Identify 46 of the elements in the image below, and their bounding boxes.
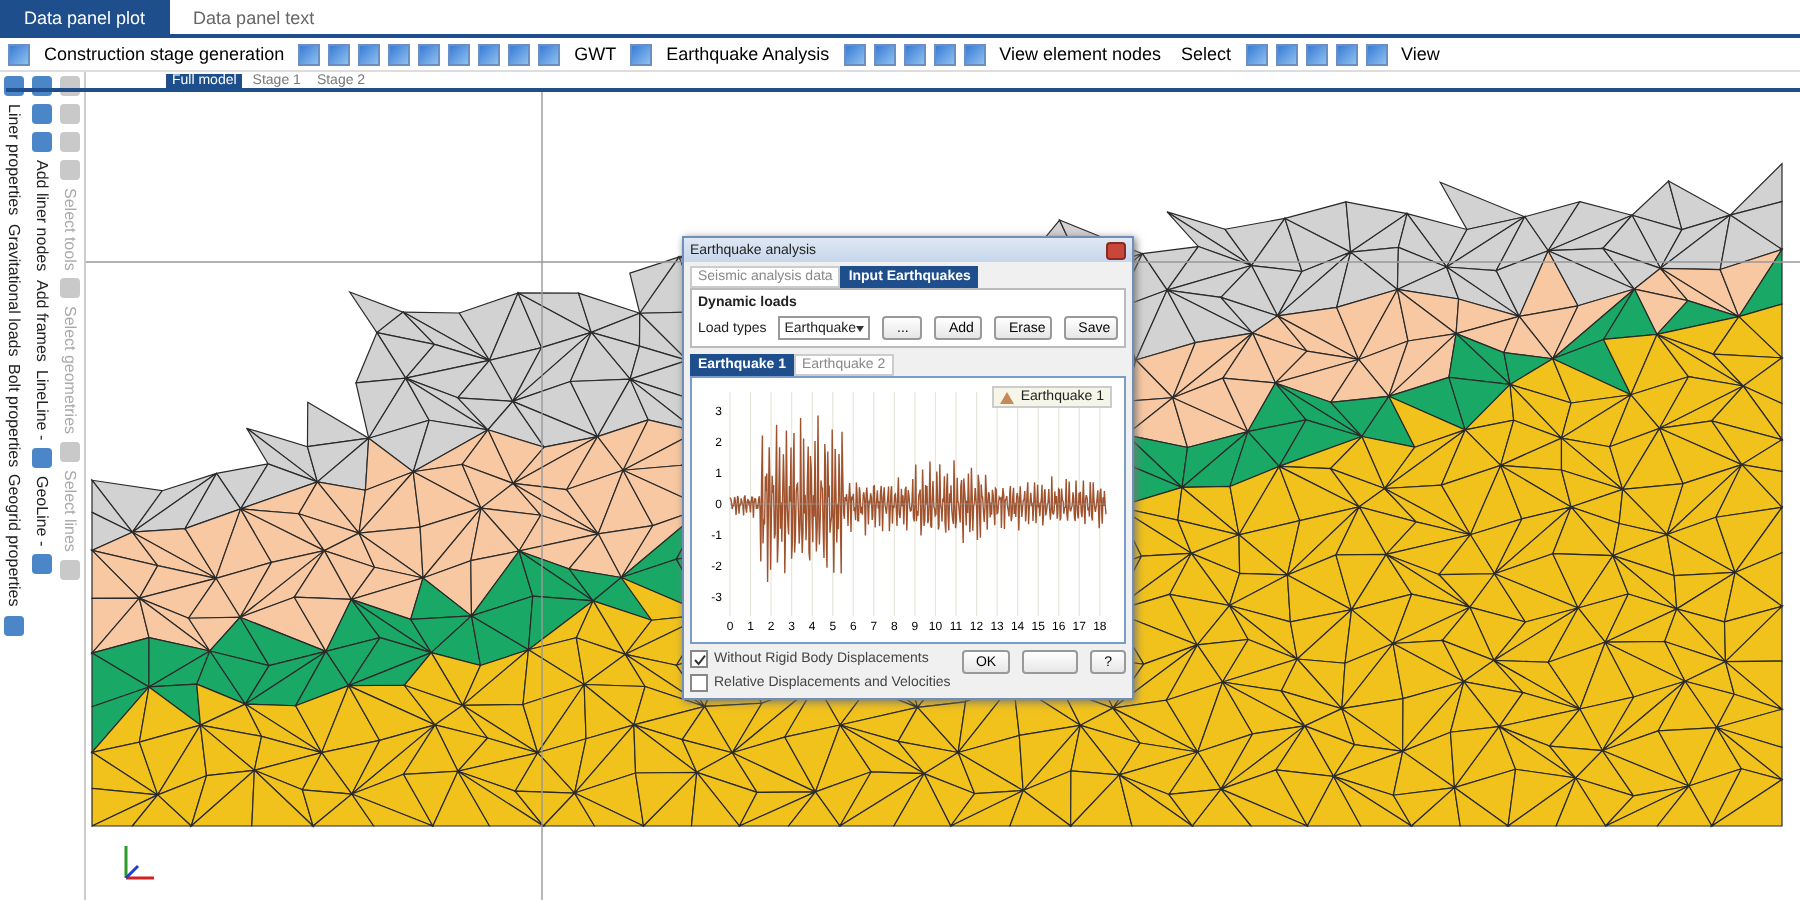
toolbar-icon[interactable]: [1335, 43, 1358, 65]
axis-triad-icon: [124, 846, 154, 880]
side-tool-label[interactable]: GeoLine -: [33, 475, 51, 546]
toolbar-icon[interactable]: [478, 43, 501, 65]
toolbar-icon[interactable]: [1305, 43, 1328, 65]
toolbar-button[interactable]: GWT: [568, 44, 623, 64]
panel-tab[interactable]: Data panel text: [169, 0, 339, 34]
side-tool-label[interactable]: LineLine -: [33, 369, 51, 440]
tool-icon[interactable]: [4, 615, 24, 636]
toolbar-icon[interactable]: [508, 43, 531, 65]
toolbar-button[interactable]: View: [1395, 44, 1446, 64]
toolbar-icon[interactable]: [448, 43, 471, 65]
side-tool-label[interactable]: Add frames: [33, 279, 51, 361]
toolbar-button[interactable]: Earthquake Analysis: [660, 44, 836, 64]
side-tool-label[interactable]: Bolt properties: [5, 363, 23, 467]
tool-icon[interactable]: [32, 553, 52, 574]
side-tool-label[interactable]: Gravitational loads: [5, 223, 23, 356]
toolbar-button[interactable]: Select: [1175, 44, 1238, 64]
checkbox[interactable]: [690, 650, 708, 668]
toolbar-icon[interactable]: [358, 43, 381, 65]
toolbar-icon[interactable]: [963, 43, 986, 65]
toolbar-icon[interactable]: [298, 43, 321, 65]
toolbar-icon[interactable]: [418, 43, 441, 65]
toolbar-icon[interactable]: [8, 43, 30, 65]
toolbar-icon[interactable]: [1275, 43, 1298, 65]
side-tool-label[interactable]: Add liner nodes: [33, 160, 51, 272]
triangle-icon: [1000, 391, 1015, 403]
toolbar-icon[interactable]: [538, 43, 561, 65]
toolbar-icon[interactable]: [1245, 43, 1268, 65]
panel-tab[interactable]: Data panel plot: [0, 0, 170, 34]
toolbar-icon[interactable]: [1365, 43, 1388, 65]
toolbar-icon[interactable]: [843, 43, 866, 65]
close-button[interactable]: [1106, 241, 1126, 259]
toolbar-icon[interactable]: [328, 43, 351, 65]
tool-icon[interactable]: [32, 447, 52, 468]
toolbar-icon[interactable]: [873, 43, 896, 65]
blank-button[interactable]: [1022, 650, 1079, 674]
side-tool-label[interactable]: Liner properties: [5, 104, 23, 216]
toolbar-button[interactable]: View element nodes: [993, 44, 1168, 64]
toolbar-icon[interactable]: [933, 43, 956, 65]
toolbar-icon[interactable]: [903, 43, 926, 65]
side-tool-label[interactable]: Geogrid properties: [5, 474, 23, 608]
toolbar-icon[interactable]: [388, 43, 411, 65]
toolbar-button[interactable]: Construction stage generation: [38, 44, 291, 64]
toolbar-icon[interactable]: [630, 43, 653, 65]
checkbox[interactable]: [690, 674, 708, 692]
